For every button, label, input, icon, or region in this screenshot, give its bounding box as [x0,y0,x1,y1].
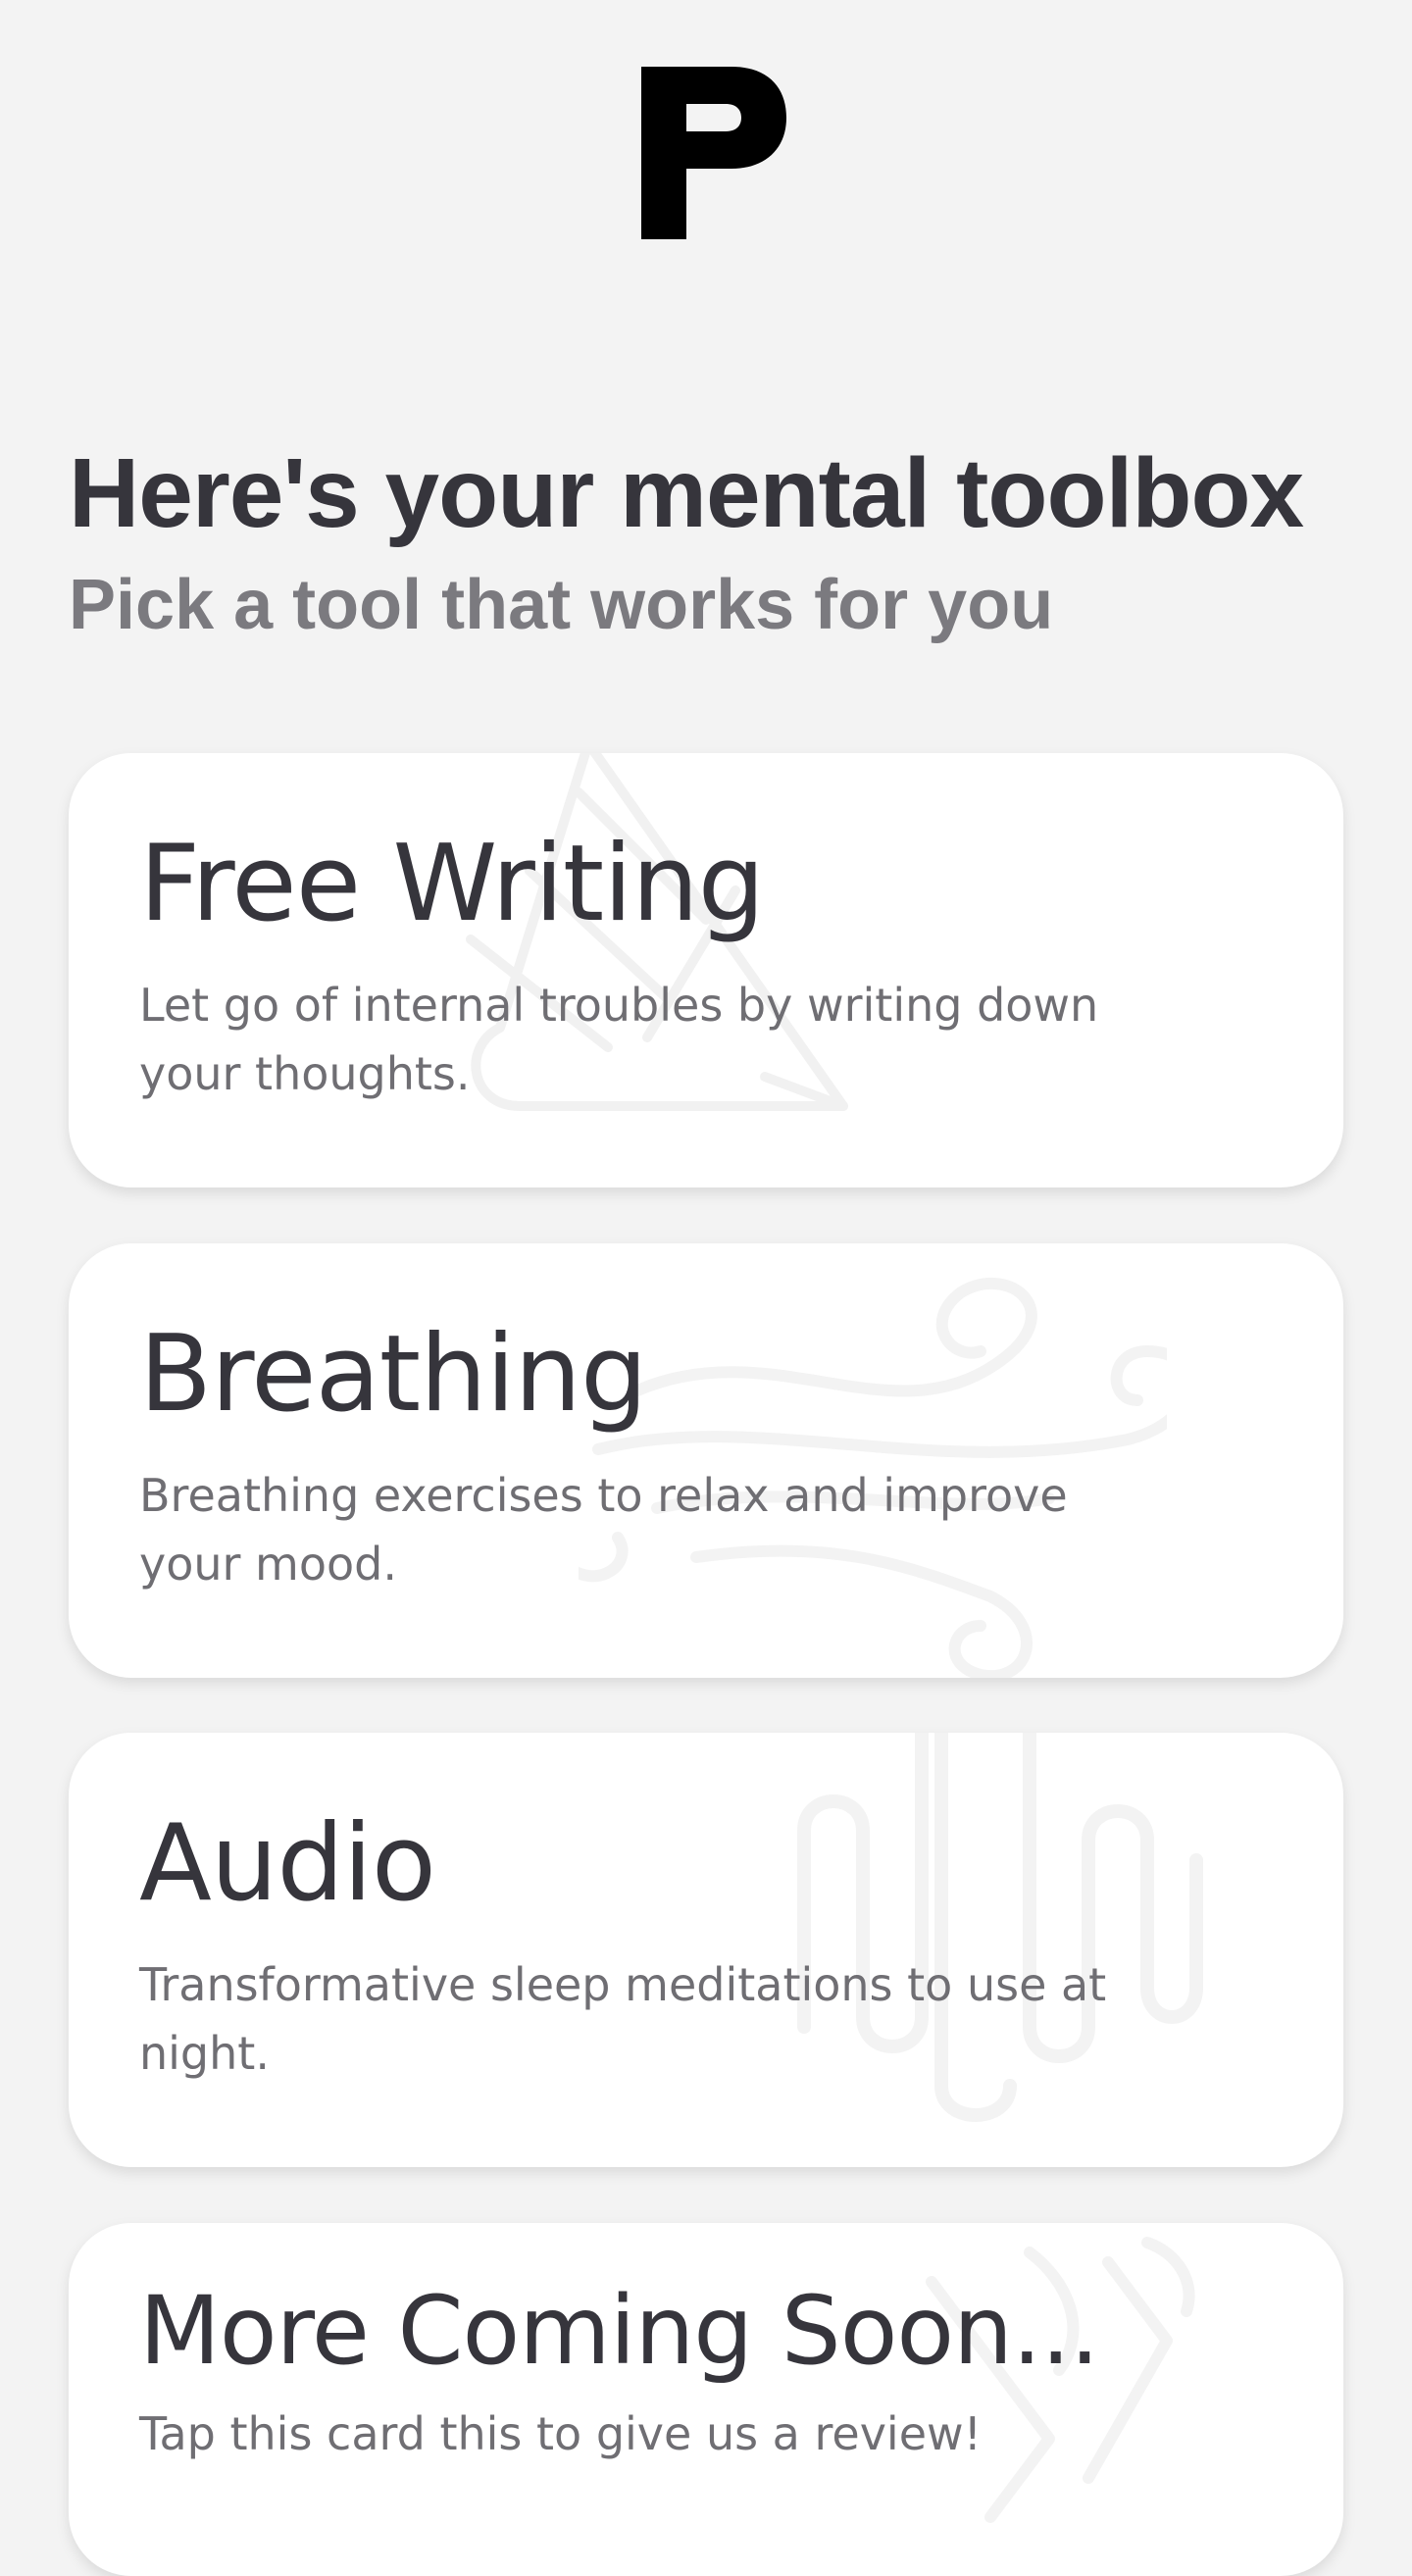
card-description: Breathing exercises to relax and improve… [139,1469,1068,1591]
card-title: Breathing [139,1313,648,1436]
breathing-card[interactable]: Breathing Breathing exercises to relax a… [69,1243,1343,1678]
page-subtitle: Pick a tool that works for you [69,566,1054,644]
card-description: Tap this card this to give us a review! [139,2407,983,2460]
page-title: Here's your mental toolbox [69,438,1304,548]
free-writing-card[interactable]: Free Writing Let go of internal troubles… [69,753,1343,1187]
more-coming-soon-card[interactable]: More Coming Soon... Tap this card this t… [69,2223,1343,2576]
card-description: Transformative sleep meditations to use … [139,1958,1107,2080]
card-title: More Coming Soon... [139,2276,1100,2386]
p-logo-icon [641,67,786,239]
card-title: Audio [139,1802,436,1925]
card-description: Let go of internal troubles by writing d… [139,979,1099,1100]
card-title: Free Writing [139,823,765,945]
audio-card[interactable]: Audio Transformative sleep meditations t… [69,1733,1343,2167]
